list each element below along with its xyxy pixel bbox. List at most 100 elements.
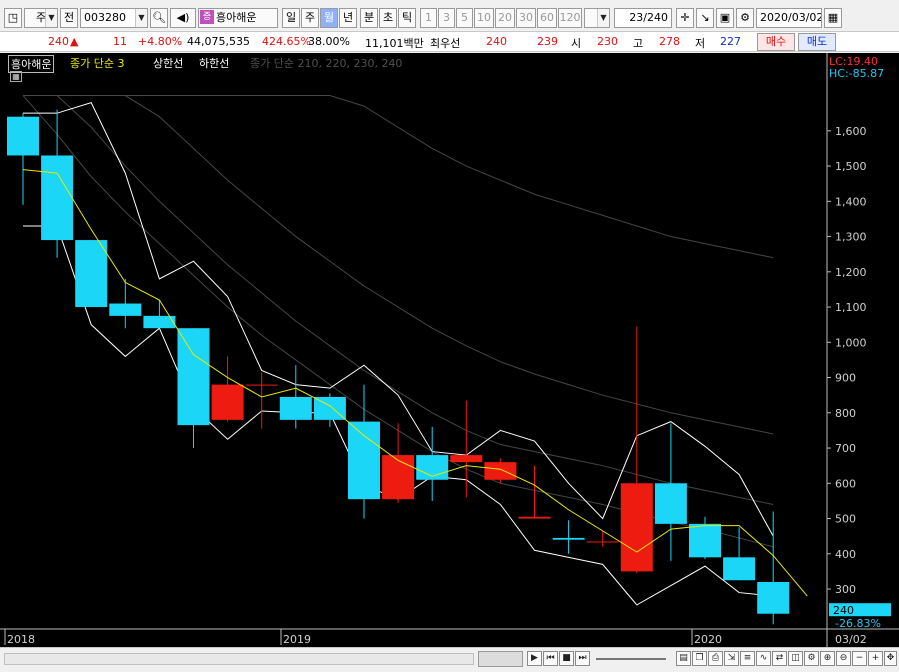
last-page-icon[interactable]: ⏭ [575,651,590,666]
y-tick-label: 1,300 [835,231,867,244]
x-tick-label: 2018 [7,633,35,646]
best-ask: 240 [486,35,507,48]
stock-name-select[interactable]: 증 흥아해운 [198,8,278,28]
chart-area[interactable]: 300 400 500 600 700 800 900 1,000 1,100 1,200 1,30… [0,53,899,647]
candle-body [552,537,585,540]
calendar-icon[interactable]: ▦ [824,8,842,28]
legend-long-ma: 종가 단순 210, 220, 230, 240 [250,57,403,70]
candle-body [484,462,517,480]
move-icon[interactable]: ✥ [884,651,897,666]
gear-icon[interactable]: ⚙ [736,8,754,28]
interval-30[interactable]: 30 [516,8,536,28]
y-tick-label: 400 [835,548,856,561]
chart-background [0,53,899,647]
price-chart: 300 400 500 600 700 800 900 1,000 1,100 1,200 1,30… [0,53,899,647]
candle-body [75,240,108,308]
copy-icon[interactable]: ❐ [692,651,707,666]
chart-menu-icon[interactable]: ◳ [4,8,22,28]
y-tick-label: 300 [835,583,856,596]
y-tick-label: 1,000 [835,336,867,349]
date-input[interactable]: 2020/03/02 [756,8,822,28]
layout-icon[interactable]: ▤ [676,651,691,666]
candle-body [279,396,312,420]
x-tick-label: 2020 [694,633,722,646]
low-label: 저 [695,37,706,50]
candle-body [211,384,244,420]
window-icon[interactable]: ◫ [788,651,803,666]
scroll-track[interactable] [4,653,474,665]
chevron-down-icon: ▼ [45,9,57,27]
stock-name: 흥아해운 [216,11,257,24]
stock-badge: 증 [200,10,214,24]
grid-toggle-icon[interactable]: ▦ [10,71,22,82]
low-price: 227 [720,35,741,48]
scroll-right-icon[interactable]: ▶ [527,651,542,666]
candle-body [757,582,790,614]
stop-icon[interactable]: ■ [559,651,574,666]
candle-body [723,557,756,581]
candle-body [382,455,415,500]
stock-code-input[interactable]: 003280 ▼ [80,8,148,28]
stock-code-value: 003280 [84,11,126,24]
buy-button[interactable]: 매수 [757,33,795,51]
minus-icon[interactable]: − [852,651,867,666]
tab-week[interactable]: 주 [301,8,319,28]
settings-icon[interactable]: ⚙ [804,651,819,666]
interval-10[interactable]: 10 [474,8,494,28]
candle-body [245,384,278,386]
y-tick-label: 800 [835,407,856,420]
y-tick-label: 900 [835,372,856,385]
interval-5[interactable]: 5 [456,8,473,28]
first-page-icon[interactable]: ⏮ [543,651,558,666]
compare-icon[interactable]: ⇄ [772,651,787,666]
tab-second[interactable]: 초 [379,8,397,28]
crosshair-icon[interactable]: ✛ [676,8,694,28]
y-tick-label: 1,400 [835,195,867,208]
bottom-toolbar: ▶ ⏮ ■ ⏭ ▤ ❐ ⎙ ⇲ ≡ ∿ ⇄ ◫ ⚙ ⊕ ⊖ − + ✥ [0,647,899,672]
interval-60[interactable]: 60 [537,8,557,28]
sell-button[interactable]: 매도 [798,33,836,51]
export-icon[interactable]: ⇲ [724,651,739,666]
tab-tick[interactable]: 틱 [398,8,416,28]
candle-body [41,155,74,241]
legend-lower-band: 하한선 [199,57,230,70]
zoom-out-icon[interactable]: ⊖ [836,651,851,666]
interval-1[interactable]: 1 [420,8,437,28]
tab-year[interactable]: 년 [339,8,357,28]
tab-month[interactable]: 월 [320,8,338,28]
indicator-icon[interactable]: ∿ [756,651,771,666]
candle-body [586,541,619,543]
quote-bar: 240 ▲ 11 +4.80% 44,075,535 424.65% 38.00… [0,32,899,52]
price-change: 11 [113,35,127,48]
price-change-pct: +4.80% [138,35,183,48]
current-price-tag-label: 240 [833,604,854,617]
candle-body [450,455,483,463]
print-icon[interactable]: ⎙ [708,651,723,666]
y-tick-label: 500 [835,513,856,526]
save-icon[interactable]: ▣ [716,8,734,28]
zoom-slider[interactable] [596,658,666,660]
open-label: 시 [571,37,582,50]
count-input[interactable]: 23/240 [614,8,672,28]
draw-tool-icon[interactable]: ↘ [696,8,714,28]
trade-amount: 11,101백만 [365,37,424,50]
search-icon[interactable]: 🔍︎ [150,8,168,28]
interval-120[interactable]: 120 [558,8,582,28]
zoom-in-icon[interactable]: ⊕ [820,651,835,666]
hc-label: HC:-85.87 [829,67,885,80]
interval-20[interactable]: 20 [495,8,515,28]
scroll-thumb[interactable] [478,651,523,667]
candle-body [177,328,210,426]
tab-day[interactable]: 일 [282,8,300,28]
plus-icon[interactable]: + [868,651,883,666]
period-select[interactable]: 주 ▼ [24,8,58,28]
prev-button[interactable]: 전 [60,8,78,28]
custom-interval-select[interactable]: ▼ [584,8,610,28]
candle-body [109,303,142,316]
x-tick-label: 2019 [283,633,311,646]
interval-3[interactable]: 3 [438,8,455,28]
tab-minute[interactable]: 분 [360,8,378,28]
scale-icon[interactable]: ≡ [740,651,755,666]
y-tick-label: 600 [835,477,856,490]
sound-icon[interactable]: ◀) [170,8,196,28]
